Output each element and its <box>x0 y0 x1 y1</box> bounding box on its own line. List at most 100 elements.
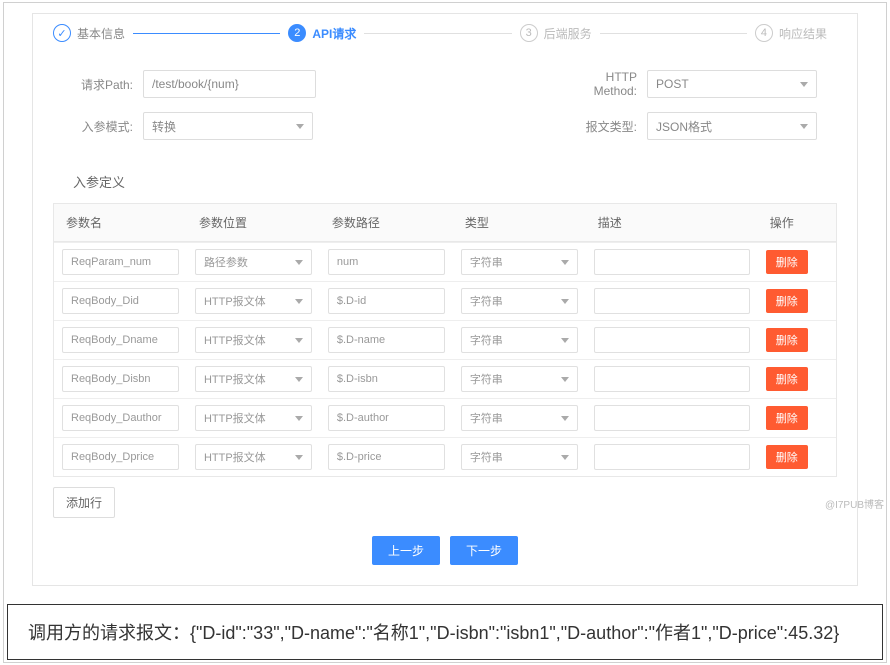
param-type-select[interactable]: 字符串 <box>461 405 578 431</box>
watermark: @I7PUB博客 <box>825 496 884 511</box>
step-number: 4 <box>755 24 773 42</box>
col-header-desc: 描述 <box>586 204 758 242</box>
table-row: HTTP报文体 字符串 删除 <box>54 320 836 359</box>
param-desc-input[interactable] <box>594 288 750 314</box>
param-name-input[interactable] <box>62 288 179 314</box>
table-row: HTTP报文体 字符串 删除 <box>54 281 836 320</box>
param-desc-input[interactable] <box>594 366 750 392</box>
chevron-down-icon <box>295 299 303 304</box>
chevron-down-icon <box>800 82 808 87</box>
col-header-type: 类型 <box>453 204 586 242</box>
chevron-down-icon <box>800 124 808 129</box>
main-panel: 基本信息 2 API请求 3 后端服务 4 响应结果 请求Path: <box>32 13 858 586</box>
check-icon <box>53 24 71 42</box>
delete-button[interactable]: 删除 <box>766 328 808 352</box>
chevron-down-icon <box>561 299 569 304</box>
col-header-path: 参数路径 <box>320 204 453 242</box>
chevron-down-icon <box>295 377 303 382</box>
table-header-row: 参数名 参数位置 参数路径 类型 描述 操作 <box>54 204 836 242</box>
chevron-down-icon <box>295 338 303 343</box>
delete-button[interactable]: 删除 <box>766 406 808 430</box>
param-location-select[interactable]: HTTP报文体 <box>195 405 312 431</box>
step-label: 后端服务 <box>544 25 592 42</box>
param-name-input[interactable] <box>62 444 179 470</box>
chevron-down-icon <box>561 338 569 343</box>
param-name-input[interactable] <box>62 249 179 275</box>
method-label: HTTP Method: <box>567 70 637 98</box>
param-name-input[interactable] <box>62 405 179 431</box>
param-name-input[interactable] <box>62 366 179 392</box>
step-label: 基本信息 <box>77 25 125 42</box>
step-api-request[interactable]: 2 API请求 <box>288 24 356 42</box>
chevron-down-icon <box>295 416 303 421</box>
param-desc-input[interactable] <box>594 405 750 431</box>
add-row-button[interactable]: 添加行 <box>53 487 115 518</box>
path-label: 请求Path: <box>73 76 133 93</box>
table-row: HTTP报文体 字符串 删除 <box>54 437 836 476</box>
form-section: 请求Path: HTTP Method: POST 入参模式: 转换 <box>33 52 857 164</box>
param-name-input[interactable] <box>62 327 179 353</box>
param-desc-input[interactable] <box>594 249 750 275</box>
section-title: 入参定义 <box>33 164 857 203</box>
param-path-input[interactable] <box>328 327 445 353</box>
wizard-steps: 基本信息 2 API请求 3 后端服务 4 响应结果 <box>33 14 857 52</box>
chevron-down-icon <box>561 260 569 265</box>
param-path-input[interactable] <box>328 288 445 314</box>
path-input[interactable] <box>143 70 316 98</box>
param-location-select[interactable]: 路径参数 <box>195 249 312 275</box>
step-backend-service[interactable]: 3 后端服务 <box>520 24 592 42</box>
col-header-op: 操作 <box>758 204 836 242</box>
delete-button[interactable]: 删除 <box>766 289 808 313</box>
param-type-select[interactable]: 字符串 <box>461 444 578 470</box>
chevron-down-icon <box>295 260 303 265</box>
table-row: HTTP报文体 字符串 删除 <box>54 398 836 437</box>
mode-label: 入参模式: <box>73 118 133 135</box>
param-type-select[interactable]: 字符串 <box>461 327 578 353</box>
step-response-result[interactable]: 4 响应结果 <box>755 24 827 42</box>
param-location-select[interactable]: HTTP报文体 <box>195 288 312 314</box>
footer-buttons: 上一步 下一步 <box>33 536 857 565</box>
step-connector <box>133 33 280 34</box>
delete-button[interactable]: 删除 <box>766 445 808 469</box>
msgtype-label: 报文类型: <box>567 118 637 135</box>
param-location-select[interactable]: HTTP报文体 <box>195 327 312 353</box>
param-location-select[interactable]: HTTP报文体 <box>195 366 312 392</box>
example-text: 调用方的请求报文：{"D-id":"33","D-name":"名称1","D-… <box>28 623 839 643</box>
param-path-input[interactable] <box>328 405 445 431</box>
col-header-name: 参数名 <box>54 204 187 242</box>
method-select[interactable]: POST <box>647 70 817 98</box>
prev-button[interactable]: 上一步 <box>372 536 440 565</box>
param-desc-input[interactable] <box>594 444 750 470</box>
table-row: HTTP报文体 字符串 删除 <box>54 359 836 398</box>
msgtype-select[interactable]: JSON格式 <box>647 112 817 140</box>
step-basic-info[interactable]: 基本信息 <box>53 24 125 42</box>
next-button[interactable]: 下一步 <box>450 536 518 565</box>
step-number: 3 <box>520 24 538 42</box>
delete-button[interactable]: 删除 <box>766 367 808 391</box>
method-value: POST <box>656 77 689 91</box>
chevron-down-icon <box>561 455 569 460</box>
param-type-select[interactable]: 字符串 <box>461 288 578 314</box>
param-path-input[interactable] <box>328 444 445 470</box>
step-label: 响应结果 <box>779 25 827 42</box>
chevron-down-icon <box>561 377 569 382</box>
param-type-select[interactable]: 字符串 <box>461 366 578 392</box>
example-request-box: 调用方的请求报文：{"D-id":"33","D-name":"名称1","D-… <box>7 604 883 660</box>
step-label: API请求 <box>312 25 356 42</box>
delete-button[interactable]: 删除 <box>766 250 808 274</box>
param-location-select[interactable]: HTTP报文体 <box>195 444 312 470</box>
step-connector <box>600 33 747 34</box>
param-desc-input[interactable] <box>594 327 750 353</box>
param-type-select[interactable]: 字符串 <box>461 249 578 275</box>
mode-select[interactable]: 转换 <box>143 112 313 140</box>
chevron-down-icon <box>561 416 569 421</box>
col-header-location: 参数位置 <box>187 204 320 242</box>
table-row: 路径参数 字符串 删除 <box>54 242 836 281</box>
param-path-input[interactable] <box>328 249 445 275</box>
outer-frame: 基本信息 2 API请求 3 后端服务 4 响应结果 请求Path: <box>3 2 887 663</box>
step-number: 2 <box>288 24 306 42</box>
chevron-down-icon <box>295 455 303 460</box>
param-path-input[interactable] <box>328 366 445 392</box>
mode-value: 转换 <box>152 118 176 135</box>
chevron-down-icon <box>296 124 304 129</box>
